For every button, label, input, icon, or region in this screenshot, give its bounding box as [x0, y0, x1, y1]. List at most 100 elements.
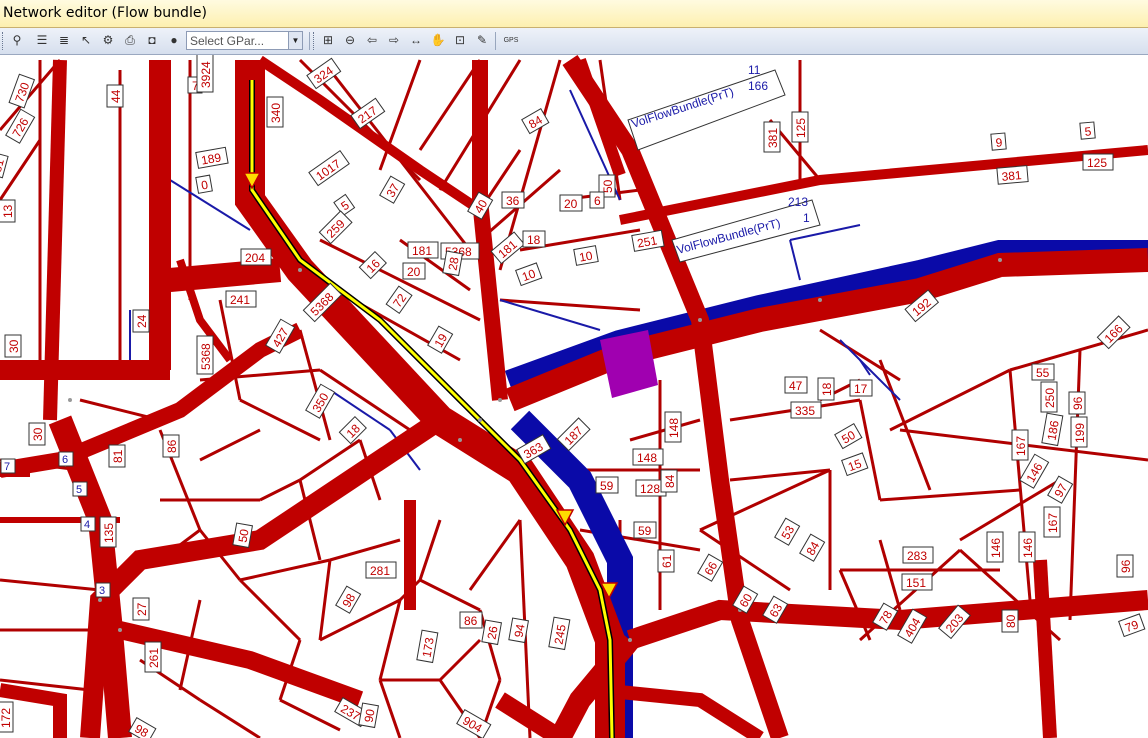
- camera-icon[interactable]: ◘: [143, 31, 161, 49]
- link-volume-label: 181: [490, 231, 526, 265]
- link-volume-label: 259: [318, 210, 353, 245]
- link-volume-label: 20: [402, 262, 426, 280]
- link-volume-label: 19: [427, 325, 454, 354]
- link-volume-label: 241: [225, 290, 257, 308]
- back-icon[interactable]: ⇦: [363, 31, 381, 49]
- network-icon[interactable]: ⚙: [99, 31, 117, 49]
- link-volume-label: 59: [595, 476, 619, 494]
- bundle-value-b: 1: [803, 211, 810, 225]
- toolbar-grip[interactable]: [313, 32, 317, 50]
- link-volume-label: 6: [589, 191, 605, 209]
- link-volume-label: 13: [0, 199, 16, 223]
- link-volume-text: 6: [594, 194, 601, 208]
- link-volume-label: 3924: [196, 55, 214, 93]
- layers-icon[interactable]: ≣: [55, 31, 73, 49]
- bundle-value-b: 166: [748, 79, 768, 93]
- link-volume-label: 10: [573, 245, 599, 266]
- toolbar-separator: [309, 32, 310, 50]
- zoom-out-icon[interactable]: ⊖: [341, 31, 359, 49]
- link-volume-text: 30: [31, 427, 45, 441]
- link-volume-text: 24: [135, 314, 149, 328]
- link-volume-label: 148: [664, 411, 682, 443]
- fit-width-icon[interactable]: ↔: [407, 31, 425, 49]
- link-volume-label: 135: [99, 516, 117, 548]
- link-volume-text: 84: [663, 474, 677, 488]
- link-volume-text: 59: [638, 524, 652, 538]
- link-volume-label: 84: [660, 469, 678, 493]
- link-volume-text: 28: [446, 256, 462, 272]
- link-volume-label: 5368: [196, 335, 214, 375]
- toolbar-grip[interactable]: [2, 32, 6, 50]
- link-volume-label: 79: [1118, 613, 1146, 638]
- link-volume-text: 18: [820, 382, 834, 396]
- link-volume-label: 81: [108, 444, 126, 468]
- link-volume-label: 904: [456, 709, 492, 738]
- link-volume-label: 59: [633, 521, 657, 539]
- link-volume-text: 86: [165, 439, 179, 453]
- link-volume-label: 167: [1011, 429, 1029, 461]
- link-volume-label: 148: [632, 448, 664, 466]
- link-volume-text: 13: [1, 204, 15, 218]
- link-volume-label: 36: [501, 191, 525, 209]
- link-volume-label: 125: [1082, 153, 1114, 171]
- link-volume-label: 730: [8, 73, 36, 109]
- link-volume-label: 181: [407, 241, 439, 259]
- link-volume-label: 18: [522, 230, 546, 248]
- link-volume-label: 1017: [308, 150, 350, 187]
- link-volume-label: 5: [1079, 121, 1096, 140]
- link-volume-label: 61: [657, 549, 675, 573]
- link-volume-text: 17: [854, 382, 868, 396]
- list-icon[interactable]: ☰: [33, 31, 51, 49]
- link-volume-text: 59: [600, 479, 614, 493]
- link-volume-text: 20: [407, 265, 421, 279]
- link-volume-label: 26: [481, 619, 503, 646]
- link-volume-text: 36: [506, 194, 520, 208]
- red-flow-bundle: [0, 55, 1148, 738]
- link-volume-label: 72: [385, 285, 413, 315]
- globe-icon[interactable]: ●: [165, 31, 183, 49]
- node-number: 7: [4, 461, 10, 473]
- link-volume-label: 250: [1040, 381, 1058, 413]
- zoom-page-icon[interactable]: ⊡: [451, 31, 469, 49]
- link-volume-label: 251: [631, 229, 665, 252]
- edit-icon[interactable]: ✎: [473, 31, 491, 49]
- link-volume-text: 96: [1119, 559, 1133, 573]
- link-volume-label: 199: [1070, 416, 1088, 448]
- select-pointer-icon[interactable]: ↖: [77, 31, 95, 49]
- link-volume-label: 10: [515, 262, 543, 287]
- link-volume-text: 94: [512, 623, 528, 639]
- gps-icon[interactable]: GPS: [502, 31, 520, 49]
- link-volume-label: 81: [0, 151, 9, 179]
- link-volume-text: 50: [601, 179, 615, 193]
- link-volume-label: 9: [990, 132, 1007, 151]
- link-volume-label: 151: [901, 573, 933, 591]
- bundle-callout-1[interactable]: VolFlowBundle(PrT) 11 166: [627, 63, 786, 151]
- pan-hand-icon[interactable]: ✋: [429, 31, 447, 49]
- link-volume-label: 245: [548, 616, 571, 651]
- link-volume-label: 146: [1018, 531, 1036, 563]
- chevron-down-icon[interactable]: ▼: [288, 32, 302, 49]
- window-title: Network editor (Flow bundle): [3, 5, 207, 21]
- link-volume-label: 0: [195, 174, 213, 194]
- window-titlebar: Network editor (Flow bundle): [0, 0, 1148, 28]
- link-volume-text: 80: [1004, 614, 1018, 628]
- link-volume-label: 335: [790, 401, 822, 419]
- gpar-select[interactable]: Select GPar... ▼: [186, 31, 303, 50]
- network-canvas[interactable]: VolFlowBundle(PrT) 11 166 VolFlowBundle(…: [0, 55, 1148, 738]
- bundle-value-a: 11: [748, 63, 761, 77]
- link-volume-label: 146: [986, 531, 1004, 563]
- link-volume-label: 55: [1031, 363, 1055, 381]
- selected-link-highlight[interactable]: [600, 330, 658, 398]
- link-volume-label: 125: [791, 111, 809, 143]
- forward-icon[interactable]: ⇨: [385, 31, 403, 49]
- zoom-window-icon[interactable]: ⊞: [319, 31, 337, 49]
- binoculars-icon[interactable]: ⚲: [8, 31, 26, 49]
- link-volume-label: 167: [1043, 506, 1061, 538]
- link-volume-text: 86: [464, 614, 478, 628]
- link-volume-text: 204: [245, 251, 265, 265]
- network-map[interactable]: VolFlowBundle(PrT) 11 166 VolFlowBundle(…: [0, 55, 1148, 738]
- link-volume-label: 37: [379, 175, 406, 204]
- link-volume-label: 283: [902, 546, 934, 564]
- print-icon[interactable]: ⎙: [121, 31, 139, 49]
- link-volume-label: 47: [784, 376, 808, 394]
